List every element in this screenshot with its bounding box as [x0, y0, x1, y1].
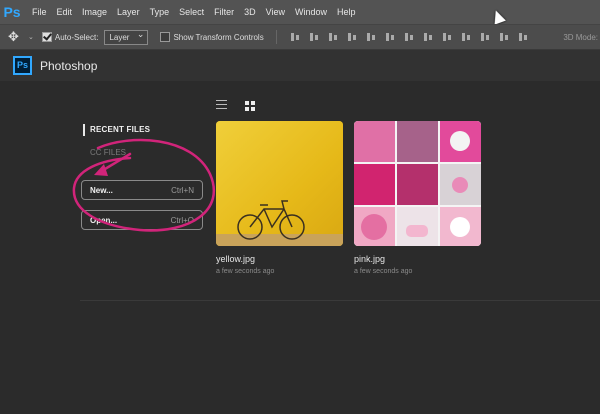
recent-files-link[interactable]: RECENT FILES [90, 125, 150, 134]
open-button-shortcut: Ctrl+O [170, 215, 194, 225]
recent-file-name[interactable]: yellow.jpg [216, 254, 255, 264]
distribute-vcenter-icon[interactable] [422, 31, 434, 43]
menu-bar: Ps File Edit Image Layer Type Select Fil… [0, 0, 600, 24]
photoshop-app-icon: Ps [13, 56, 32, 75]
active-section-indicator [83, 124, 85, 136]
section-divider [80, 300, 600, 301]
layer-select[interactable]: Layer [104, 28, 149, 45]
menu-type[interactable]: Type [145, 0, 175, 24]
align-right-icon[interactable] [384, 31, 396, 43]
recent-file-thumbnail-pink[interactable] [354, 121, 481, 246]
menu-window[interactable]: Window [290, 0, 332, 24]
distribute-top-icon[interactable] [403, 31, 415, 43]
photoshop-logo-icon: Ps [3, 4, 21, 20]
3d-mode-label: 3D Mode: [563, 32, 598, 42]
menu-3d[interactable]: 3D [239, 0, 261, 24]
grid-view-icon[interactable] [245, 101, 255, 111]
divider [275, 30, 277, 44]
options-bar: ✥ ⌄ Auto-Select: Layer Show Transform Co… [0, 24, 600, 50]
menu-filter[interactable]: Filter [209, 0, 239, 24]
menu-select[interactable]: Select [174, 0, 209, 24]
list-view-icon[interactable] [216, 100, 227, 109]
recent-file-time: a few seconds ago [216, 268, 275, 275]
auto-select-checkbox[interactable] [41, 32, 52, 42]
menu-view[interactable]: View [261, 0, 290, 24]
align-top-icon[interactable] [289, 31, 301, 43]
pink-collage-image [354, 121, 481, 246]
menu-layer[interactable]: Layer [112, 0, 145, 24]
distribute-bottom-icon[interactable] [441, 31, 453, 43]
recent-file-thumbnail-yellow[interactable] [216, 121, 343, 246]
align-left-icon[interactable] [346, 31, 358, 43]
cc-files-link[interactable]: CC FILES [90, 148, 126, 157]
menu-help[interactable]: Help [332, 0, 361, 24]
distribute-left-icon[interactable] [460, 31, 472, 43]
app-title: Photoshop [40, 58, 98, 73]
start-workspace-header: Ps Photoshop [0, 50, 600, 81]
recent-file-name[interactable]: pink.jpg [354, 254, 385, 264]
move-tool-icon[interactable]: ✥ [8, 29, 28, 45]
distribute-hcenter-icon[interactable] [479, 31, 491, 43]
chevron-down-icon[interactable]: ⌄ [28, 33, 34, 41]
menu-edit[interactable]: Edit [52, 0, 78, 24]
menu-file[interactable]: File [27, 0, 52, 24]
open-button-label: Open... [90, 215, 118, 225]
bicycle-image [216, 121, 343, 246]
align-buttons [289, 31, 536, 43]
open-button[interactable]: Open... Ctrl+O [81, 210, 203, 230]
recent-file-time: a few seconds ago [354, 268, 413, 275]
auto-select-label: Auto-Select: [54, 32, 99, 42]
new-button[interactable]: New... Ctrl+N [81, 180, 203, 200]
auto-align-icon[interactable] [517, 31, 529, 43]
align-bottom-icon[interactable] [327, 31, 339, 43]
align-hcenter-icon[interactable] [365, 31, 377, 43]
show-transform-checkbox[interactable] [160, 32, 171, 42]
new-button-shortcut: Ctrl+N [171, 185, 194, 195]
new-button-label: New... [90, 185, 113, 195]
distribute-right-icon[interactable] [498, 31, 510, 43]
show-transform-label: Show Transform Controls [173, 32, 264, 42]
align-vcenter-icon[interactable] [308, 31, 320, 43]
menu-image[interactable]: Image [77, 0, 112, 24]
